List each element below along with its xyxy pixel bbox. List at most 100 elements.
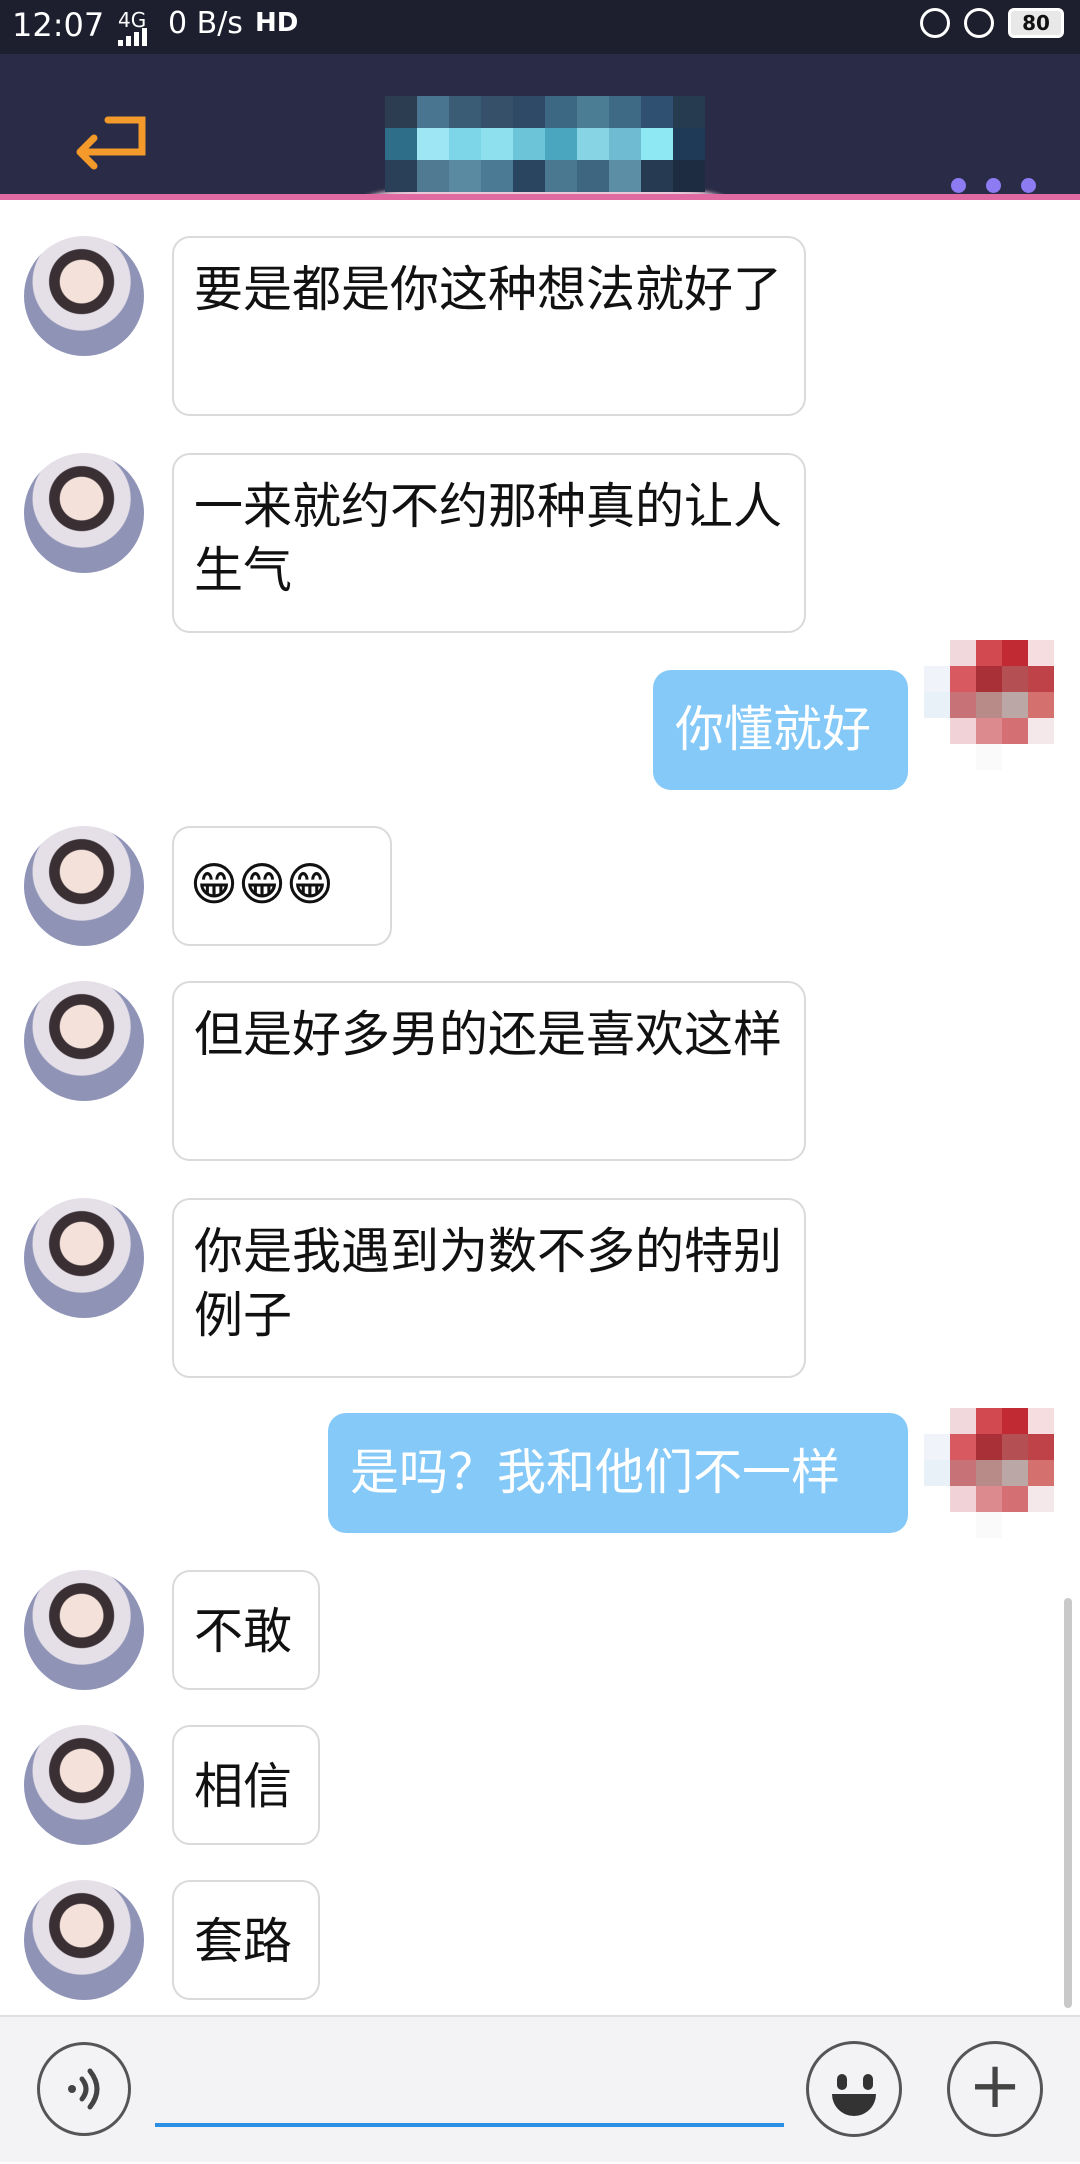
message-bubble-left[interactable]: 要是都是你这种想法就好了 bbox=[172, 236, 806, 416]
mosaic-tile bbox=[1028, 1408, 1054, 1434]
mosaic-tile bbox=[950, 640, 976, 666]
mosaic-tile bbox=[545, 160, 577, 192]
message-input[interactable] bbox=[155, 2057, 784, 2127]
mosaic-tile bbox=[924, 744, 950, 770]
message-bubble-left[interactable]: 你是我遇到为数不多的特别例子 bbox=[172, 1198, 806, 1378]
mosaic-tile bbox=[1028, 1486, 1054, 1512]
mosaic-tile bbox=[924, 666, 950, 692]
contact-avatar[interactable] bbox=[24, 236, 144, 356]
more-dots-icon[interactable] bbox=[951, 178, 1036, 193]
contact-avatar[interactable] bbox=[24, 1880, 144, 2000]
mosaic-tile bbox=[976, 640, 1002, 666]
back-arrow-icon[interactable] bbox=[72, 114, 148, 170]
mosaic-tile bbox=[513, 96, 545, 128]
mosaic-tile bbox=[924, 1486, 950, 1512]
chat-list[interactable]: 要是都是你这种想法就好了 一来就约不约那种真的让人生气 你懂就好 😁😁😁 但是好… bbox=[0, 200, 1080, 2015]
chat-title-redacted bbox=[385, 96, 705, 192]
my-avatar-redacted[interactable] bbox=[924, 1408, 1054, 1538]
mosaic-tile bbox=[976, 1512, 1002, 1538]
mosaic-tile bbox=[976, 744, 1002, 770]
mosaic-tile bbox=[673, 96, 705, 128]
mosaic-tile bbox=[545, 96, 577, 128]
mosaic-tile bbox=[950, 666, 976, 692]
mosaic-tile bbox=[950, 1434, 976, 1460]
mosaic-tile bbox=[976, 692, 1002, 718]
mosaic-tile bbox=[950, 1486, 976, 1512]
voice-icon[interactable] bbox=[37, 2042, 131, 2136]
mosaic-tile bbox=[609, 128, 641, 160]
message-bubble-left[interactable]: 一来就约不约那种真的让人生气 bbox=[172, 453, 806, 633]
contact-avatar[interactable] bbox=[24, 826, 144, 946]
mosaic-tile bbox=[417, 160, 449, 192]
message-bubble-right[interactable]: 是吗？我和他们不一样 bbox=[328, 1413, 908, 1533]
plus-icon[interactable]: + bbox=[947, 2041, 1043, 2137]
mosaic-tile bbox=[481, 160, 513, 192]
mosaic-tile bbox=[385, 96, 417, 128]
mosaic-tile bbox=[641, 160, 673, 192]
mosaic-tile bbox=[924, 640, 950, 666]
mosaic-tile bbox=[1002, 1408, 1028, 1434]
chat-scrollbar[interactable] bbox=[1064, 1598, 1072, 2008]
emoji-eye bbox=[863, 2074, 873, 2090]
message-bubble-left[interactable]: 不敢 bbox=[172, 1570, 320, 1690]
mosaic-tile bbox=[1028, 1460, 1054, 1486]
status-bar: 12:07 4G 0 B/s HD 80 bbox=[0, 0, 1080, 54]
contact-avatar[interactable] bbox=[24, 981, 144, 1101]
status-time: 12:07 bbox=[12, 6, 105, 44]
mosaic-tile bbox=[449, 128, 481, 160]
contact-avatar[interactable] bbox=[24, 1570, 144, 1690]
emoji-icon[interactable] bbox=[806, 2041, 902, 2137]
mosaic-tile bbox=[1002, 1512, 1028, 1538]
mosaic-tile bbox=[950, 744, 976, 770]
mosaic-tile bbox=[1002, 718, 1028, 744]
mosaic-tile bbox=[417, 96, 449, 128]
mosaic-tile bbox=[609, 160, 641, 192]
message-bubble-left[interactable]: 但是好多男的还是喜欢这样 bbox=[172, 981, 806, 1161]
my-avatar-redacted[interactable] bbox=[924, 640, 1054, 770]
contact-avatar[interactable] bbox=[24, 1725, 144, 1845]
mosaic-tile bbox=[1002, 1434, 1028, 1460]
mosaic-tile bbox=[976, 666, 1002, 692]
mosaic-tile bbox=[577, 160, 609, 192]
mosaic-tile bbox=[1028, 1512, 1054, 1538]
mosaic-tile bbox=[449, 160, 481, 192]
message-bubble-left[interactable]: 套路 bbox=[172, 1880, 320, 2000]
signal-icon bbox=[118, 28, 147, 46]
mosaic-tile bbox=[976, 1460, 1002, 1486]
mosaic-tile bbox=[1028, 666, 1054, 692]
mosaic-tile bbox=[481, 128, 513, 160]
mosaic-tile bbox=[1028, 692, 1054, 718]
mosaic-tile bbox=[950, 718, 976, 744]
mosaic-tile bbox=[1028, 744, 1054, 770]
message-bubble-left[interactable]: 😁😁😁 bbox=[172, 826, 392, 946]
mosaic-tile bbox=[924, 692, 950, 718]
mosaic-tile bbox=[513, 160, 545, 192]
mosaic-tile bbox=[1002, 1486, 1028, 1512]
mosaic-tile bbox=[924, 1434, 950, 1460]
mosaic-tile bbox=[673, 160, 705, 192]
mosaic-tile bbox=[609, 96, 641, 128]
mosaic-tile bbox=[641, 128, 673, 160]
mosaic-tile bbox=[545, 128, 577, 160]
mosaic-tile bbox=[513, 128, 545, 160]
hd-icon: HD bbox=[255, 8, 299, 38]
status-right: 80 bbox=[920, 8, 1064, 38]
mosaic-tile bbox=[1002, 1460, 1028, 1486]
input-bar: + bbox=[0, 2015, 1080, 2162]
mosaic-tile bbox=[924, 1460, 950, 1486]
network-speed: 0 B/s bbox=[168, 6, 243, 41]
contact-avatar[interactable] bbox=[24, 453, 144, 573]
alarm-icon bbox=[964, 8, 994, 38]
mosaic-tile bbox=[1002, 640, 1028, 666]
battery-icon: 80 bbox=[1008, 8, 1064, 38]
mosaic-tile bbox=[1028, 718, 1054, 744]
mosaic-tile bbox=[577, 96, 609, 128]
contact-avatar[interactable] bbox=[24, 1198, 144, 1318]
message-bubble-right[interactable]: 你懂就好 bbox=[653, 670, 908, 790]
message-bubble-left[interactable]: 相信 bbox=[172, 1725, 320, 1845]
mosaic-tile bbox=[481, 96, 513, 128]
mosaic-tile bbox=[924, 1408, 950, 1434]
mosaic-tile bbox=[924, 1512, 950, 1538]
mosaic-tile bbox=[976, 1486, 1002, 1512]
mosaic-tile bbox=[950, 1460, 976, 1486]
